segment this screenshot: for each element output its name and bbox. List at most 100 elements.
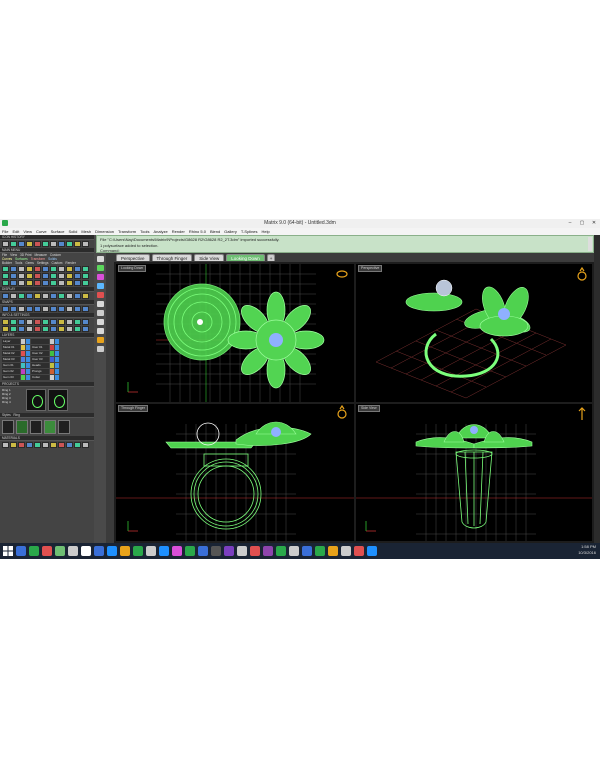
taskbar-app-icon[interactable] <box>276 546 286 556</box>
menu-item-render[interactable]: Render <box>172 228 185 235</box>
taskbar-app-icon[interactable] <box>120 546 130 556</box>
tab-perspective[interactable]: Perspective <box>116 254 150 261</box>
tool-button[interactable] <box>34 293 41 299</box>
layer-color-swatch[interactable] <box>21 357 25 362</box>
style-swatch[interactable] <box>44 420 56 434</box>
tool-button[interactable] <box>2 442 9 448</box>
tool-button[interactable] <box>26 241 33 247</box>
tool-button[interactable] <box>50 442 57 448</box>
taskbar-app-icon[interactable] <box>354 546 364 556</box>
layer-visibility-toggle[interactable] <box>26 339 30 344</box>
taskbar-app-icon[interactable] <box>263 546 273 556</box>
main-menu-item-gems[interactable]: Gems <box>25 261 34 265</box>
tool-button[interactable] <box>58 266 65 272</box>
tool-button[interactable] <box>58 293 65 299</box>
tool-button[interactable] <box>74 266 81 272</box>
tool-button[interactable] <box>74 442 81 448</box>
minimize-button[interactable]: – <box>566 219 574 228</box>
tool-button[interactable] <box>42 241 49 247</box>
tool-button[interactable] <box>58 280 65 286</box>
menu-item-t-splines[interactable]: T-Splines <box>241 228 258 235</box>
side-tool-button[interactable] <box>96 319 104 325</box>
menu-item-blend[interactable]: Blend <box>210 228 220 235</box>
tool-button[interactable] <box>26 442 33 448</box>
layer-color-swatch[interactable] <box>50 345 54 350</box>
tool-button[interactable] <box>58 273 65 279</box>
taskbar-app-icon[interactable] <box>133 546 143 556</box>
layer-color-swatch[interactable] <box>50 351 54 356</box>
tool-button[interactable] <box>26 293 33 299</box>
close-button[interactable]: ✕ <box>590 219 598 228</box>
tool-button[interactable] <box>2 293 9 299</box>
tool-button[interactable] <box>42 442 49 448</box>
menu-item-view[interactable]: View <box>23 228 32 235</box>
tool-button[interactable] <box>58 306 65 312</box>
layer-row[interactable]: Metal 03 User 03 <box>2 357 92 362</box>
tool-button[interactable] <box>58 326 65 332</box>
taskbar-app-icon[interactable] <box>107 546 117 556</box>
tool-button[interactable] <box>10 306 17 312</box>
tool-button[interactable] <box>82 280 89 286</box>
taskbar-app-icon[interactable] <box>198 546 208 556</box>
tab-through-finger[interactable]: Through Finger <box>151 254 193 261</box>
menu-item-tools[interactable]: Tools <box>140 228 149 235</box>
layer-visibility-toggle[interactable] <box>26 363 30 368</box>
tool-button[interactable] <box>34 442 41 448</box>
layer-color-swatch[interactable] <box>50 363 54 368</box>
tool-button[interactable] <box>18 306 25 312</box>
layer-color-swatch[interactable] <box>21 369 25 374</box>
layer-visibility-toggle[interactable] <box>26 369 30 374</box>
tool-button[interactable] <box>34 319 41 325</box>
taskbar-app-icon[interactable] <box>55 546 65 556</box>
tool-button[interactable] <box>66 273 73 279</box>
side-tool-button[interactable] <box>96 337 104 343</box>
layer-visibility-toggle[interactable] <box>26 375 30 380</box>
tool-button[interactable] <box>2 326 9 332</box>
layer-color-swatch[interactable] <box>21 363 25 368</box>
tool-button[interactable] <box>34 266 41 272</box>
layer-visibility-toggle[interactable] <box>55 339 59 344</box>
menu-item-help[interactable]: Help <box>262 228 270 235</box>
tool-button[interactable] <box>18 273 25 279</box>
menu-item-mesh[interactable]: Mesh <box>81 228 91 235</box>
tool-button[interactable] <box>66 326 73 332</box>
tool-button[interactable] <box>10 241 17 247</box>
tool-button[interactable] <box>2 273 9 279</box>
viewport-label[interactable]: Through Finger <box>118 405 148 412</box>
project-item[interactable]: Ring 4 <box>2 400 22 404</box>
windows-start-icon[interactable] <box>3 546 13 556</box>
tool-button[interactable] <box>50 326 57 332</box>
main-menu-item-render[interactable]: Render <box>65 261 75 265</box>
taskbar-app-icon[interactable] <box>341 546 351 556</box>
taskbar-app-icon[interactable] <box>172 546 182 556</box>
tool-button[interactable] <box>50 293 57 299</box>
tool-button[interactable] <box>34 306 41 312</box>
viewport-label[interactable]: Looking Down <box>118 265 147 272</box>
tool-button[interactable] <box>34 273 41 279</box>
taskbar-app-icon[interactable] <box>302 546 312 556</box>
taskbar-app-icon[interactable] <box>211 546 221 556</box>
tool-button[interactable] <box>34 241 41 247</box>
tool-button[interactable] <box>10 293 17 299</box>
layer-visibility-toggle[interactable] <box>55 369 59 374</box>
menu-item-rhino-5-0[interactable]: Rhino 5.0 <box>189 228 206 235</box>
add-tab-button[interactable]: + <box>266 254 276 261</box>
taskbar-app-icon[interactable] <box>328 546 338 556</box>
tool-button[interactable] <box>26 326 33 332</box>
tool-button[interactable] <box>18 241 25 247</box>
main-menu-item-settings[interactable]: Settings <box>37 261 49 265</box>
tool-button[interactable] <box>74 306 81 312</box>
side-tool-button[interactable] <box>96 328 104 334</box>
tool-button[interactable] <box>74 319 81 325</box>
layer-row[interactable]: Gem 02 Prongs <box>2 369 92 374</box>
layer-visibility-toggle[interactable] <box>55 375 59 380</box>
side-tool-button[interactable] <box>96 256 104 262</box>
tool-button[interactable] <box>42 319 49 325</box>
menu-item-transform[interactable]: Transform <box>118 228 136 235</box>
layer-visibility-toggle[interactable] <box>55 351 59 356</box>
layer-color-swatch[interactable] <box>50 375 54 380</box>
tool-button[interactable] <box>74 241 81 247</box>
layer-row[interactable]: Gem 01 Heads <box>2 363 92 368</box>
main-menu-item-custom[interactable]: Custom <box>51 261 62 265</box>
layer-visibility-toggle[interactable] <box>26 357 30 362</box>
